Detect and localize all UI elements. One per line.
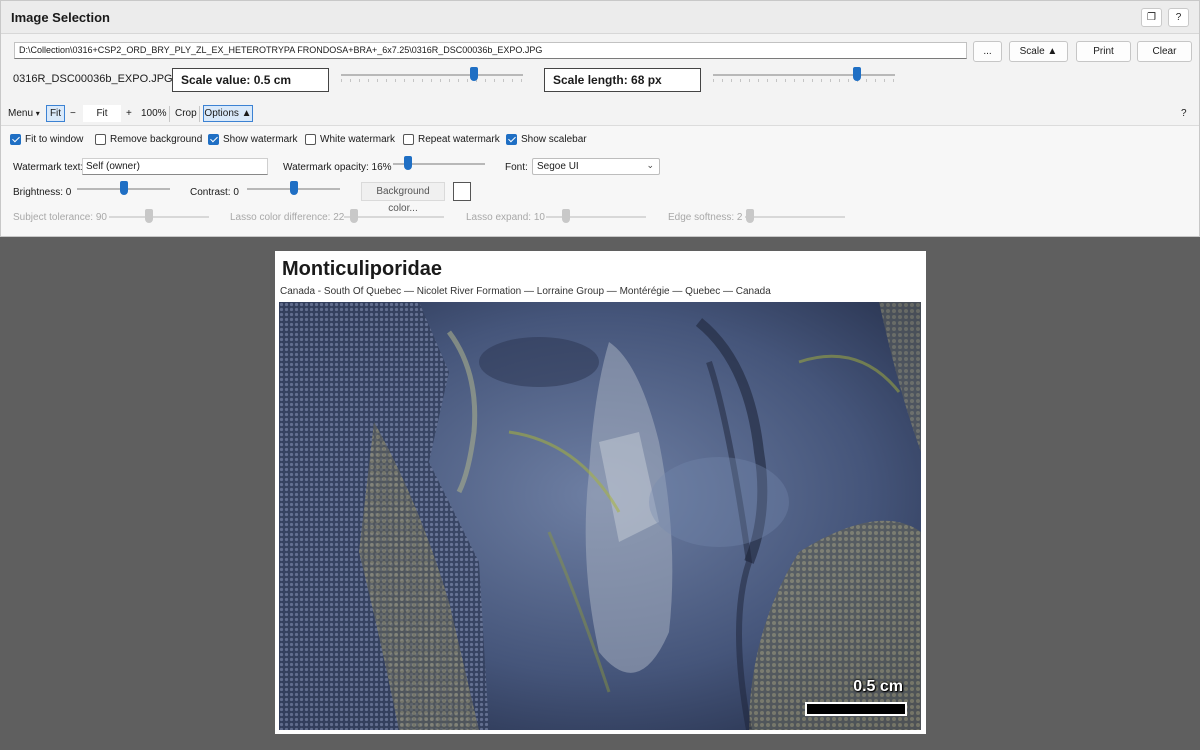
slider-thumb[interactable]: [145, 209, 153, 223]
watermark-opacity-label: Watermark opacity: 16%: [283, 162, 392, 173]
background-color-swatch[interactable]: [453, 182, 471, 201]
repeat-watermark-label: Repeat watermark: [418, 134, 500, 145]
window-title: Image Selection: [11, 10, 110, 25]
scale-value-slider[interactable]: [341, 67, 523, 83]
chevron-down-icon: ⌄: [646, 160, 654, 170]
font-select-value: Segoe UI: [537, 161, 579, 172]
restore-icon[interactable]: ❐: [1141, 8, 1162, 27]
lasso-color-label: Lasso color difference: 22: [230, 212, 345, 223]
browse-button[interactable]: ...: [973, 41, 1002, 62]
white-watermark-checkbox[interactable]: [305, 134, 316, 145]
edge-softness-slider[interactable]: [745, 209, 845, 225]
crop-button[interactable]: Crop: [175, 108, 197, 119]
fit-to-window-checkbox[interactable]: [10, 134, 21, 145]
slider-thumb[interactable]: [746, 209, 754, 223]
toolbar-help-button[interactable]: ?: [1181, 108, 1187, 119]
options-toggle-button[interactable]: Options ▲: [203, 105, 253, 122]
slider-thumb[interactable]: [119, 181, 128, 195]
zoom-100-button[interactable]: 100%: [141, 108, 167, 119]
remove-background-checkbox[interactable]: [95, 134, 106, 145]
file-name: 0316R_DSC00036b_EXPO.JPG: [13, 73, 173, 85]
lasso-expand-slider[interactable]: [546, 209, 646, 225]
brightness-label: Brightness: 0: [13, 187, 72, 198]
font-label: Font:: [505, 162, 528, 173]
zoom-field[interactable]: Fit: [83, 105, 121, 122]
font-select[interactable]: Segoe UI ⌄: [532, 158, 660, 175]
brightness-slider[interactable]: [77, 181, 170, 197]
preview-title: Monticuliporidae: [282, 258, 442, 280]
watermark-text-input[interactable]: Self (owner): [82, 158, 268, 175]
zoom-out-button[interactable]: −: [70, 108, 76, 119]
background-color-button[interactable]: Background color...: [361, 182, 445, 214]
show-watermark-label: Show watermark: [223, 134, 298, 145]
show-scalebar-checkbox[interactable]: [506, 134, 517, 145]
watermark-opacity-slider[interactable]: [393, 156, 485, 172]
fossil-photo-image: [279, 302, 921, 730]
show-scalebar-label: Show scalebar: [521, 134, 587, 145]
clear-button[interactable]: Clear: [1137, 41, 1192, 62]
slider-thumb[interactable]: [469, 67, 478, 81]
scale-value-box: Scale value: 0.5 cm: [172, 68, 329, 92]
fit-to-window-label: Fit to window: [25, 134, 84, 145]
title-bar: Image Selection ❐ ?: [1, 1, 1199, 34]
scalebar: [805, 702, 907, 716]
image-selection-panel: Image Selection ❐ ? D:\Collection\0316+C…: [0, 0, 1200, 237]
preview-card: Monticuliporidae Canada - South Of Quebe…: [275, 251, 926, 734]
scale-button[interactable]: Scale ▲: [1009, 41, 1068, 62]
watermark-text-label: Watermark text:: [13, 162, 84, 173]
contrast-slider[interactable]: [247, 181, 340, 197]
preview-subtitle: Canada - South Of Quebec — Nicolet River…: [280, 286, 771, 297]
zoom-in-button[interactable]: +: [126, 108, 132, 119]
slider-thumb[interactable]: [562, 209, 570, 223]
slider-thumb[interactable]: [350, 209, 358, 223]
lasso-expand-label: Lasso expand: 10: [466, 212, 545, 223]
fossil-photo[interactable]: 0.5 cm: [279, 302, 921, 730]
repeat-watermark-checkbox[interactable]: [403, 134, 414, 145]
menu-label: Menu: [8, 108, 34, 119]
slider-thumb[interactable]: [403, 156, 412, 170]
toolbar-divider: [169, 106, 170, 122]
fit-button[interactable]: Fit: [46, 105, 65, 122]
remove-background-label: Remove background: [110, 134, 203, 145]
scale-length-slider[interactable]: [713, 67, 895, 83]
file-path-field[interactable]: D:\Collection\0316+CSP2_ORD_BRY_PLY_ZL_E…: [14, 42, 967, 59]
edge-softness-label: Edge softness: 2: [668, 212, 743, 223]
scale-length-box: Scale length: 68 px: [544, 68, 701, 92]
toolbar-divider: [199, 106, 200, 122]
subject-tolerance-slider[interactable]: [109, 209, 209, 225]
slider-thumb[interactable]: [289, 181, 298, 195]
scalebar-label: 0.5 cm: [853, 678, 903, 695]
show-watermark-checkbox[interactable]: [208, 134, 219, 145]
chevron-down-icon: ▾: [35, 109, 40, 118]
menu-button[interactable]: Menu ▾: [8, 108, 40, 119]
contrast-label: Contrast: 0: [190, 187, 239, 198]
options-area: Fit to window Remove background Show wat…: [1, 125, 1199, 236]
help-button[interactable]: ?: [1168, 8, 1189, 27]
subject-tolerance-label: Subject tolerance: 90: [13, 212, 107, 223]
slider-thumb[interactable]: [852, 67, 861, 81]
white-watermark-label: White watermark: [320, 134, 396, 145]
print-button[interactable]: Print: [1076, 41, 1131, 62]
